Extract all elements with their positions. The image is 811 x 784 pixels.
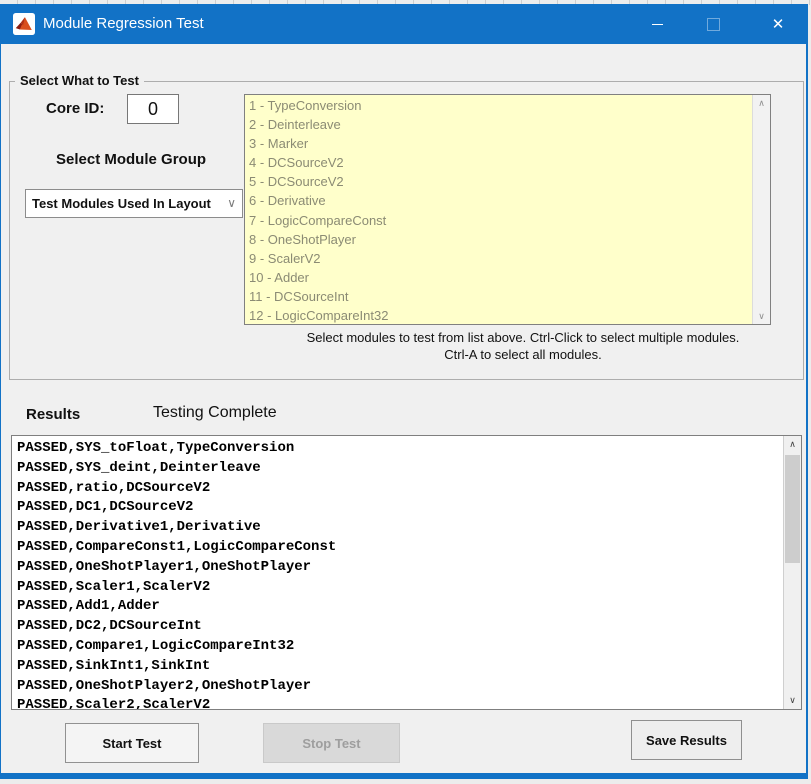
result-line[interactable]: PASSED,SYS_toFloat,TypeConversion xyxy=(12,439,783,459)
scroll-up-icon[interactable]: ∧ xyxy=(784,436,801,453)
results-scrollbar[interactable]: ∧ ∨ xyxy=(783,436,801,709)
titlebar: Module Regression Test ✕ xyxy=(1,4,806,44)
module-list-items: 1 - TypeConversion2 - Deinterleave3 - Ma… xyxy=(245,96,753,325)
result-line[interactable]: PASSED,SYS_deint,Deinterleave xyxy=(12,459,783,479)
core-id-input[interactable] xyxy=(127,94,179,124)
scroll-down-icon[interactable]: ∨ xyxy=(784,692,801,709)
module-list-item[interactable]: 3 - Marker xyxy=(245,134,753,153)
result-line[interactable]: PASSED,OneShotPlayer2,OneShotPlayer xyxy=(12,677,783,697)
dropdown-selected-value: Test Modules Used In Layout xyxy=(32,190,211,217)
scrollbar-thumb[interactable] xyxy=(785,455,800,563)
module-help-text: Select modules to test from list above. … xyxy=(244,329,802,363)
start-test-button[interactable]: Start Test xyxy=(65,723,199,763)
result-line[interactable]: PASSED,ratio,DCSourceV2 xyxy=(12,479,783,499)
result-line[interactable]: PASSED,Add1,Adder xyxy=(12,597,783,617)
module-list-item[interactable]: 11 - DCSourceInt xyxy=(245,287,753,306)
close-icon: ✕ xyxy=(772,15,785,33)
result-line[interactable]: PASSED,Compare1,LogicCompareInt32 xyxy=(12,637,783,657)
stop-test-button: Stop Test xyxy=(263,723,400,763)
module-help-line2: Ctrl-A to select all modules. xyxy=(244,346,802,363)
window-title: Module Regression Test xyxy=(43,4,204,44)
matlab-icon xyxy=(13,13,35,35)
result-line[interactable]: PASSED,DC1,DCSourceV2 xyxy=(12,498,783,518)
results-lines: PASSED,SYS_toFloat,TypeConversionPASSED,… xyxy=(12,439,783,709)
module-list-item[interactable]: 5 - DCSourceV2 xyxy=(245,172,753,191)
results-status: Testing Complete xyxy=(153,404,277,422)
minimize-icon xyxy=(652,24,663,25)
module-list-item[interactable]: 7 - LogicCompareConst xyxy=(245,211,753,230)
module-help-line1: Select modules to test from list above. … xyxy=(244,329,802,346)
app-window: Module Regression Test ✕ Select What to … xyxy=(0,4,808,779)
module-list-item[interactable]: 8 - OneShotPlayer xyxy=(245,230,753,249)
module-list-item[interactable]: 10 - Adder xyxy=(245,268,753,287)
result-line[interactable]: PASSED,CompareConst1,LogicCompareConst xyxy=(12,538,783,558)
save-results-button[interactable]: Save Results xyxy=(631,720,742,760)
result-line[interactable]: PASSED,SinkInt1,SinkInt xyxy=(12,657,783,677)
module-list-item[interactable]: 12 - LogicCompareInt32 xyxy=(245,306,753,325)
group-legend: Select What to Test xyxy=(15,73,144,88)
chevron-down-icon: ∨ xyxy=(227,190,236,217)
result-line[interactable]: PASSED,DC2,DCSourceInt xyxy=(12,617,783,637)
module-list-item[interactable]: 1 - TypeConversion xyxy=(245,96,753,115)
module-list-item[interactable]: 2 - Deinterleave xyxy=(245,115,753,134)
maximize-button xyxy=(691,4,735,44)
module-list-item[interactable]: 9 - ScalerV2 xyxy=(245,249,753,268)
module-list-scrollbar[interactable]: ∧ ∨ xyxy=(752,95,770,324)
result-line[interactable]: PASSED,Scaler2,ScalerV2 xyxy=(12,696,783,709)
results-label: Results xyxy=(26,406,80,423)
maximize-icon xyxy=(707,18,720,31)
module-group-label: Select Module Group xyxy=(56,151,206,168)
result-line[interactable]: PASSED,Scaler1,ScalerV2 xyxy=(12,578,783,598)
result-line[interactable]: PASSED,OneShotPlayer1,OneShotPlayer xyxy=(12,558,783,578)
results-listbox[interactable]: PASSED,SYS_toFloat,TypeConversionPASSED,… xyxy=(11,435,802,710)
module-list-item[interactable]: 6 - Derivative xyxy=(245,191,753,210)
module-listbox[interactable]: 1 - TypeConversion2 - Deinterleave3 - Ma… xyxy=(244,94,771,325)
module-group-dropdown[interactable]: Test Modules Used In Layout ∨ xyxy=(25,189,243,218)
module-list-item[interactable]: 4 - DCSourceV2 xyxy=(245,153,753,172)
minimize-button[interactable] xyxy=(635,4,679,44)
screen: Module Regression Test ✕ Select What to … xyxy=(0,0,811,784)
result-line[interactable]: PASSED,Derivative1,Derivative xyxy=(12,518,783,538)
close-button[interactable]: ✕ xyxy=(756,4,800,44)
scroll-down-icon[interactable]: ∨ xyxy=(753,308,770,324)
core-id-label: Core ID: xyxy=(46,100,104,117)
scroll-up-icon[interactable]: ∧ xyxy=(753,95,770,111)
